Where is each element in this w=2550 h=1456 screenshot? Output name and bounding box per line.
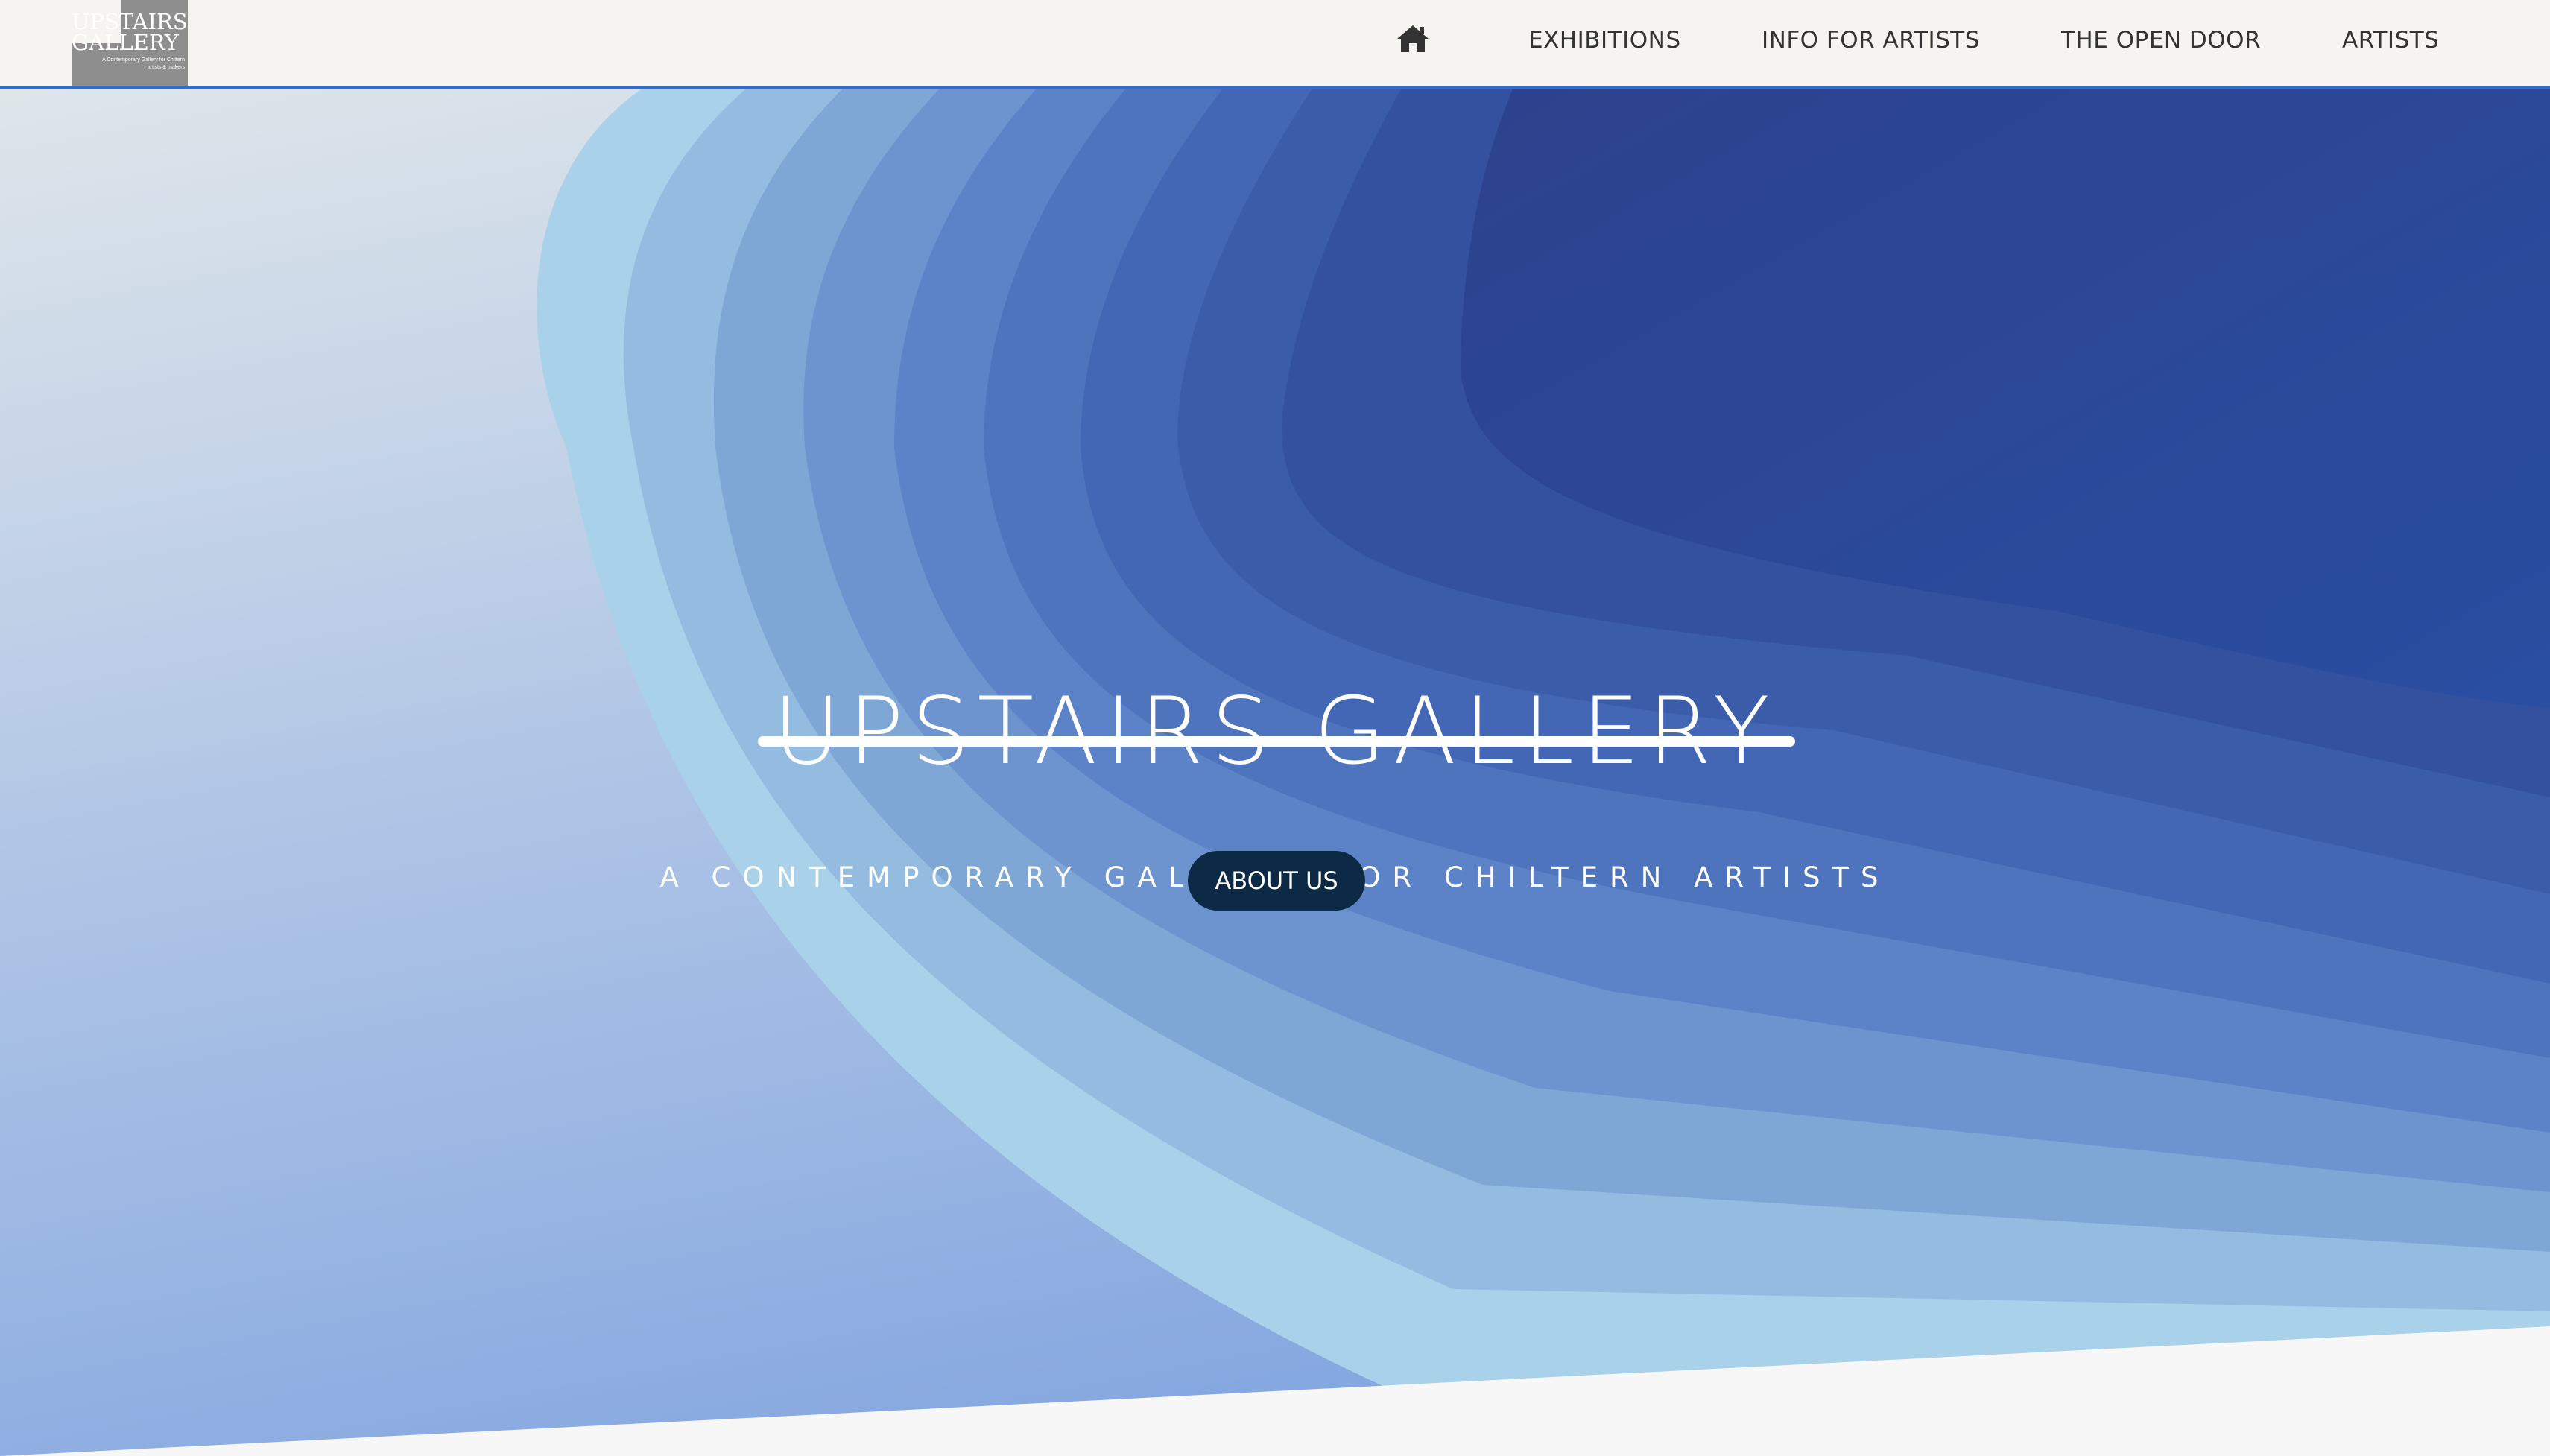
about-us-button[interactable]: ABOUT US [1188,851,1365,911]
nav-link-info-for-artists[interactable]: INFO FOR ARTISTS [1762,27,1980,54]
hero-title: UPSTAIRS GALLERY [773,678,1777,785]
logo-text-line2: GALLERY [72,30,179,55]
nav-link-artists[interactable]: ARTISTS [2342,27,2439,54]
nav-link-exhibitions[interactable]: EXHIBITIONS [1528,27,1681,54]
logo-tagline: A Contemporary Gallery for Chiltern arti… [102,57,185,70]
site-logo[interactable]: UPSTAIRS GALLERY A Contemporary Gallery … [72,0,188,86]
hero-section: UPSTAIRS GALLERY A CONTEMPORARY GALLERY … [0,89,2550,1456]
navigation-bar: UPSTAIRS GALLERY A Contemporary Gallery … [0,0,2550,89]
nav-link-the-open-door[interactable]: THE OPEN DOOR [2061,27,2261,54]
home-icon[interactable] [1396,24,1433,58]
page: UPSTAIRS GALLERY A Contemporary Gallery … [0,0,2550,1456]
hero-title-underline [758,736,1795,747]
